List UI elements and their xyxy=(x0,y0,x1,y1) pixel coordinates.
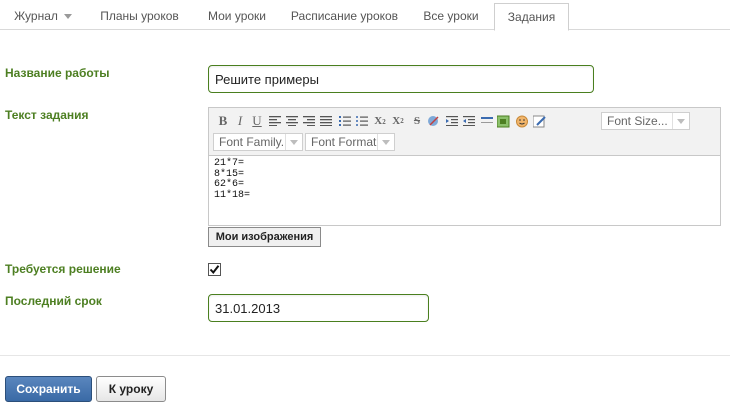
indent-icon[interactable] xyxy=(461,112,477,130)
task-line: 11*18= xyxy=(214,189,251,201)
divider xyxy=(0,355,730,356)
tab-schedule[interactable]: Расписание уроков xyxy=(286,4,403,28)
font-format-label: Font Format xyxy=(311,135,377,149)
task-line: 8*15= xyxy=(214,168,245,180)
underline-icon[interactable]: U xyxy=(249,112,265,130)
ordered-list-icon[interactable] xyxy=(337,112,353,130)
edit-source-icon[interactable] xyxy=(532,112,548,130)
my-images-button[interactable]: Мои изображения xyxy=(208,227,321,247)
tab-lesson-plans[interactable]: Планы уроков xyxy=(92,4,187,28)
superscript-icon[interactable]: X2 xyxy=(390,112,406,130)
remove-format-icon[interactable] xyxy=(426,112,442,130)
font-family-label: Font Family. xyxy=(219,135,285,149)
font-size-label: Font Size... xyxy=(607,114,668,128)
align-right-icon[interactable] xyxy=(301,112,317,130)
to-lesson-button[interactable]: К уроку xyxy=(96,376,166,402)
work-name-input[interactable] xyxy=(208,65,594,93)
align-justify-icon[interactable] xyxy=(318,112,334,130)
chevron-down-icon xyxy=(377,134,394,150)
checkmark-icon xyxy=(209,265,220,275)
save-button[interactable]: Сохранить xyxy=(5,376,92,402)
tab-journal[interactable]: Журнал xyxy=(10,4,76,28)
solution-required-checkbox[interactable] xyxy=(208,263,221,276)
chevron-down-icon xyxy=(285,134,302,150)
chevron-down-icon xyxy=(672,113,689,129)
unordered-list-icon[interactable] xyxy=(354,112,370,130)
task-line: 62*6= xyxy=(214,179,245,190)
emoticon-icon[interactable] xyxy=(514,112,530,130)
outdent-icon[interactable] xyxy=(444,112,460,130)
align-center-icon[interactable] xyxy=(284,112,300,130)
editor-content-area[interactable]: 21*7= 8*15= 62*6= 11*18= xyxy=(209,155,720,225)
tab-journal-label: Журнал xyxy=(14,9,58,23)
tab-all-lessons[interactable]: Все уроки xyxy=(415,4,487,28)
task-text-label: Текст задания xyxy=(5,108,89,122)
font-format-dropdown[interactable]: Font Format xyxy=(305,133,395,151)
bold-icon[interactable]: B xyxy=(215,112,231,130)
tab-assignments[interactable]: Задания xyxy=(494,3,569,31)
chevron-down-icon xyxy=(63,14,72,20)
font-family-dropdown[interactable]: Font Family. xyxy=(213,133,303,151)
tab-bar: Журнал Планы уроков Мои уроки Расписание… xyxy=(0,0,730,31)
deadline-input[interactable] xyxy=(208,294,429,322)
solution-required-label: Требуется решение xyxy=(5,262,121,276)
rich-text-editor: B I U X2 X2 S Font Size... Font Family. … xyxy=(208,107,721,226)
insert-image-icon[interactable] xyxy=(496,112,512,130)
deadline-label: Последний срок xyxy=(5,294,102,308)
strikethrough-icon[interactable]: S xyxy=(409,112,425,130)
font-size-dropdown[interactable]: Font Size... xyxy=(601,112,690,130)
italic-icon[interactable]: I xyxy=(232,112,248,130)
subscript-icon[interactable]: X2 xyxy=(372,112,388,130)
align-left-icon[interactable] xyxy=(267,112,283,130)
tab-my-lessons[interactable]: Мои уроки xyxy=(200,4,274,28)
work-name-label: Название работы xyxy=(5,66,110,80)
horizontal-rule-icon[interactable] xyxy=(479,112,495,130)
task-line: 21*7= xyxy=(214,158,245,169)
